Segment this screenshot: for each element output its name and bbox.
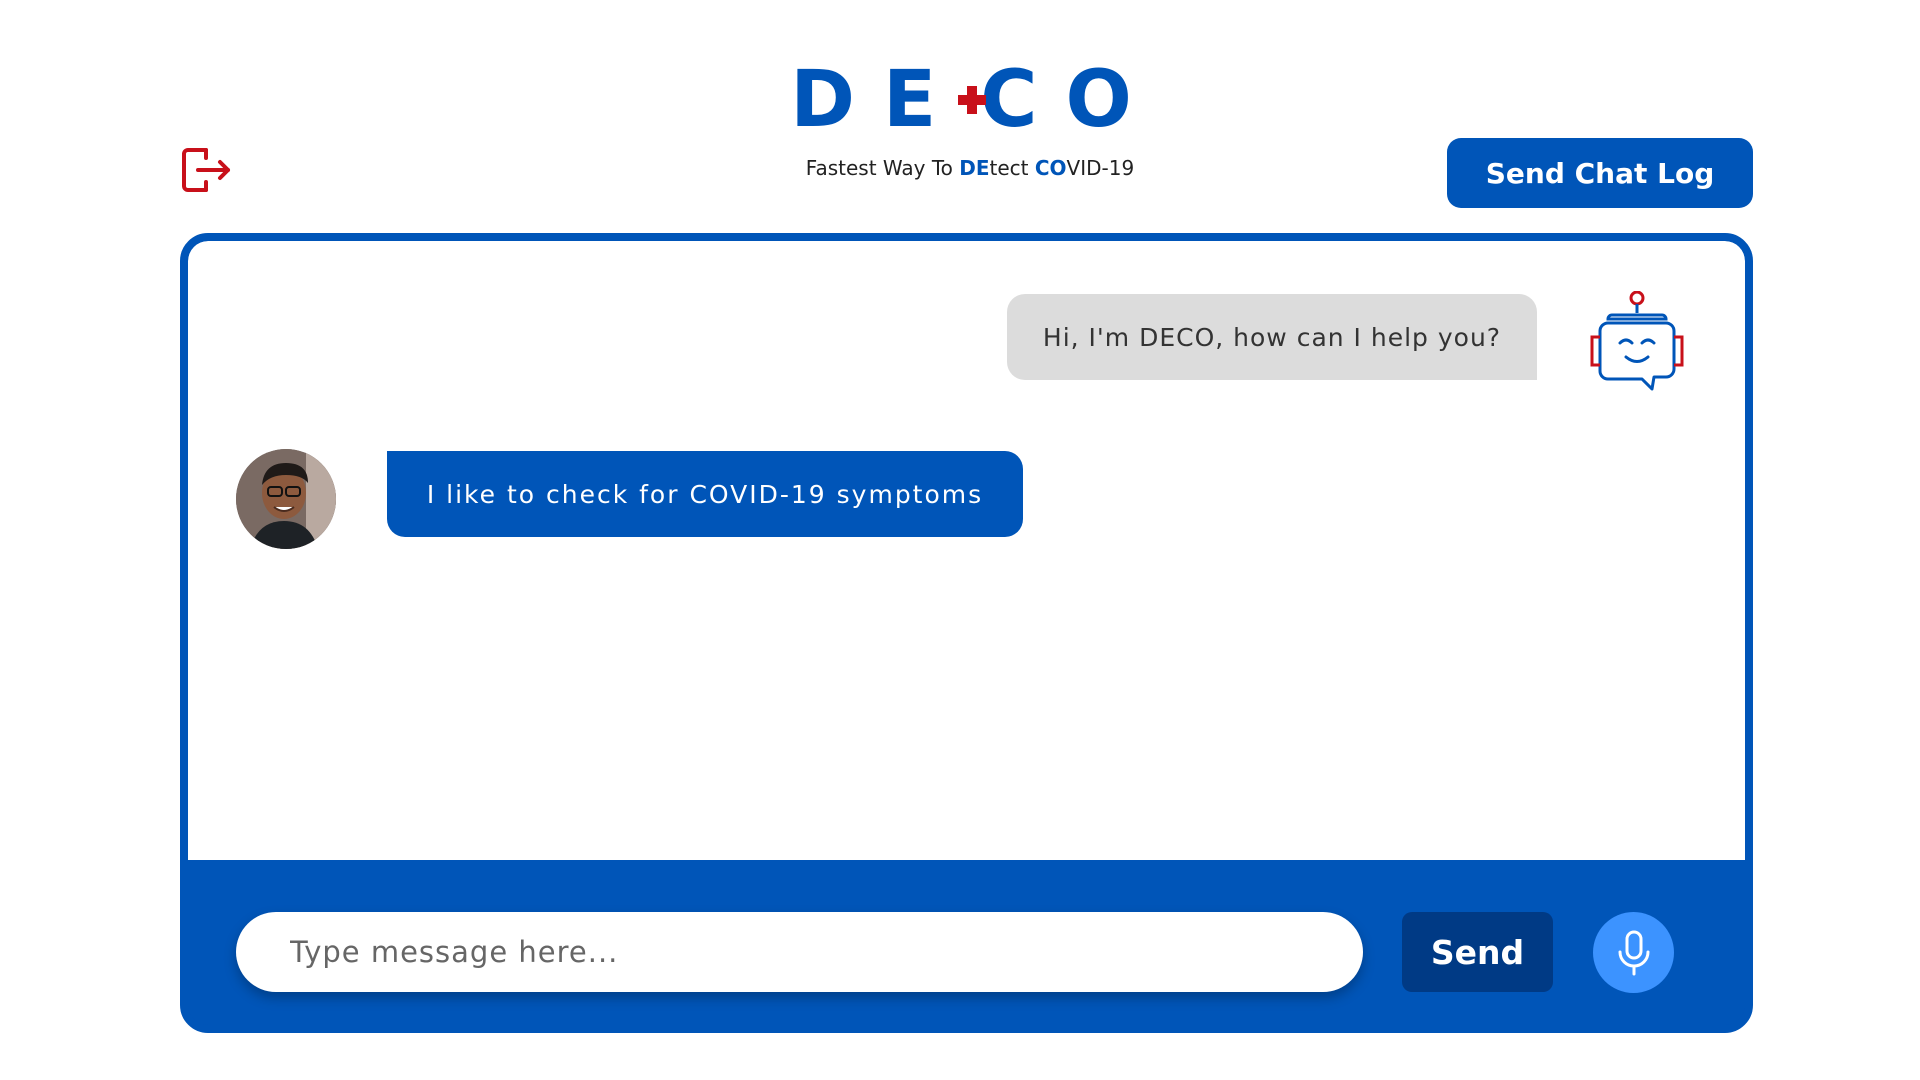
user-photo xyxy=(236,449,336,549)
robot-icon xyxy=(1590,290,1684,391)
logo-text-co: CO xyxy=(980,55,1160,145)
app-logo: DE CO xyxy=(790,55,1145,145)
message-input[interactable] xyxy=(288,934,1363,970)
logout-button[interactable] xyxy=(178,142,234,198)
tagline-highlight-co: CO xyxy=(1034,156,1067,180)
logo-text-de: DE xyxy=(790,55,965,145)
send-chat-log-button[interactable]: Send Chat Log xyxy=(1447,138,1753,208)
message-list: Hi, I'm DECO, how can I help you? I like… xyxy=(188,241,1745,860)
microphone-button[interactable] xyxy=(1593,912,1674,993)
tagline-tect: tect xyxy=(989,156,1035,180)
tagline-prefix: Fastest Way To xyxy=(805,156,960,180)
user-message-bubble: I like to check for COVID-19 symptoms xyxy=(387,451,1023,537)
logout-icon xyxy=(182,148,230,192)
microphone-icon xyxy=(1618,930,1649,975)
bot-avatar xyxy=(1582,290,1692,396)
send-button[interactable]: Send xyxy=(1402,912,1553,992)
user-avatar xyxy=(236,449,336,549)
bot-message-bubble: Hi, I'm DECO, how can I help you? xyxy=(1007,294,1537,380)
chat-window: Hi, I'm DECO, how can I help you? I like… xyxy=(180,233,1753,1033)
tagline-suffix: VID-19 xyxy=(1066,156,1135,180)
tagline: Fastest Way To DEtect COVID-19 xyxy=(760,156,1180,180)
message-input-container xyxy=(236,912,1363,992)
tagline-highlight-de: DE xyxy=(959,156,990,180)
